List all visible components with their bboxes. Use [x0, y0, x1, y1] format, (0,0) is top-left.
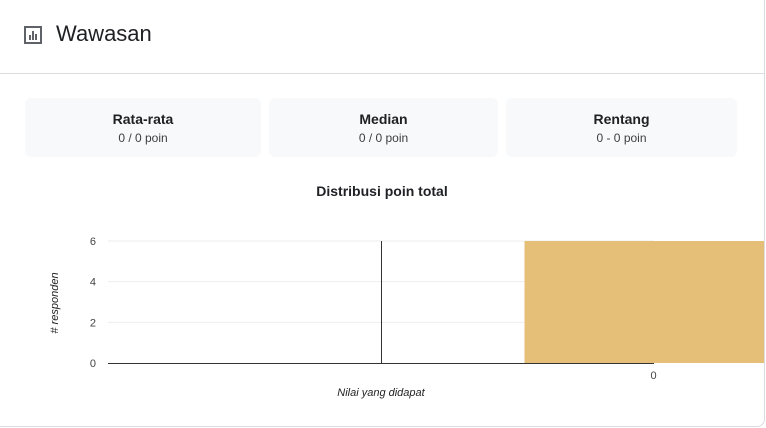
stat-median: Median 0 / 0 poin — [269, 98, 498, 157]
bar-chart-icon — [24, 26, 42, 44]
chart-title: Distribusi poin total — [316, 183, 448, 199]
page-title: Wawasan — [56, 21, 152, 46]
distribution-chart: 0 2 4 6 0 Nilai yang didapat # responden — [49, 236, 764, 399]
stat-value: 0 - 0 poin — [596, 131, 647, 145]
stat-value: 0 / 0 poin — [118, 131, 168, 145]
y-tick-label: 0 — [90, 358, 96, 370]
stat-average: Rata-rata 0 / 0 poin — [25, 98, 261, 157]
card-header: Wawasan — [0, 0, 764, 74]
bar — [524, 241, 764, 363]
x-axis-label: Nilai yang didapat — [337, 387, 425, 399]
x-tick-label: 0 — [650, 370, 656, 382]
stat-range: Rentang 0 - 0 poin — [506, 98, 737, 157]
stat-label: Rentang — [593, 111, 650, 127]
stat-label: Rata-rata — [112, 111, 174, 127]
y-axis-label: # responden — [49, 272, 61, 333]
stat-value: 0 / 0 poin — [358, 131, 409, 145]
y-tick-label: 4 — [90, 277, 96, 289]
y-tick-label: 6 — [90, 236, 96, 248]
insights-card: Wawasan Rata-rata 0 / 0 poin Median 0 / … — [0, 0, 765, 427]
y-tick-label: 2 — [90, 317, 96, 329]
stat-label: Median — [359, 111, 408, 127]
